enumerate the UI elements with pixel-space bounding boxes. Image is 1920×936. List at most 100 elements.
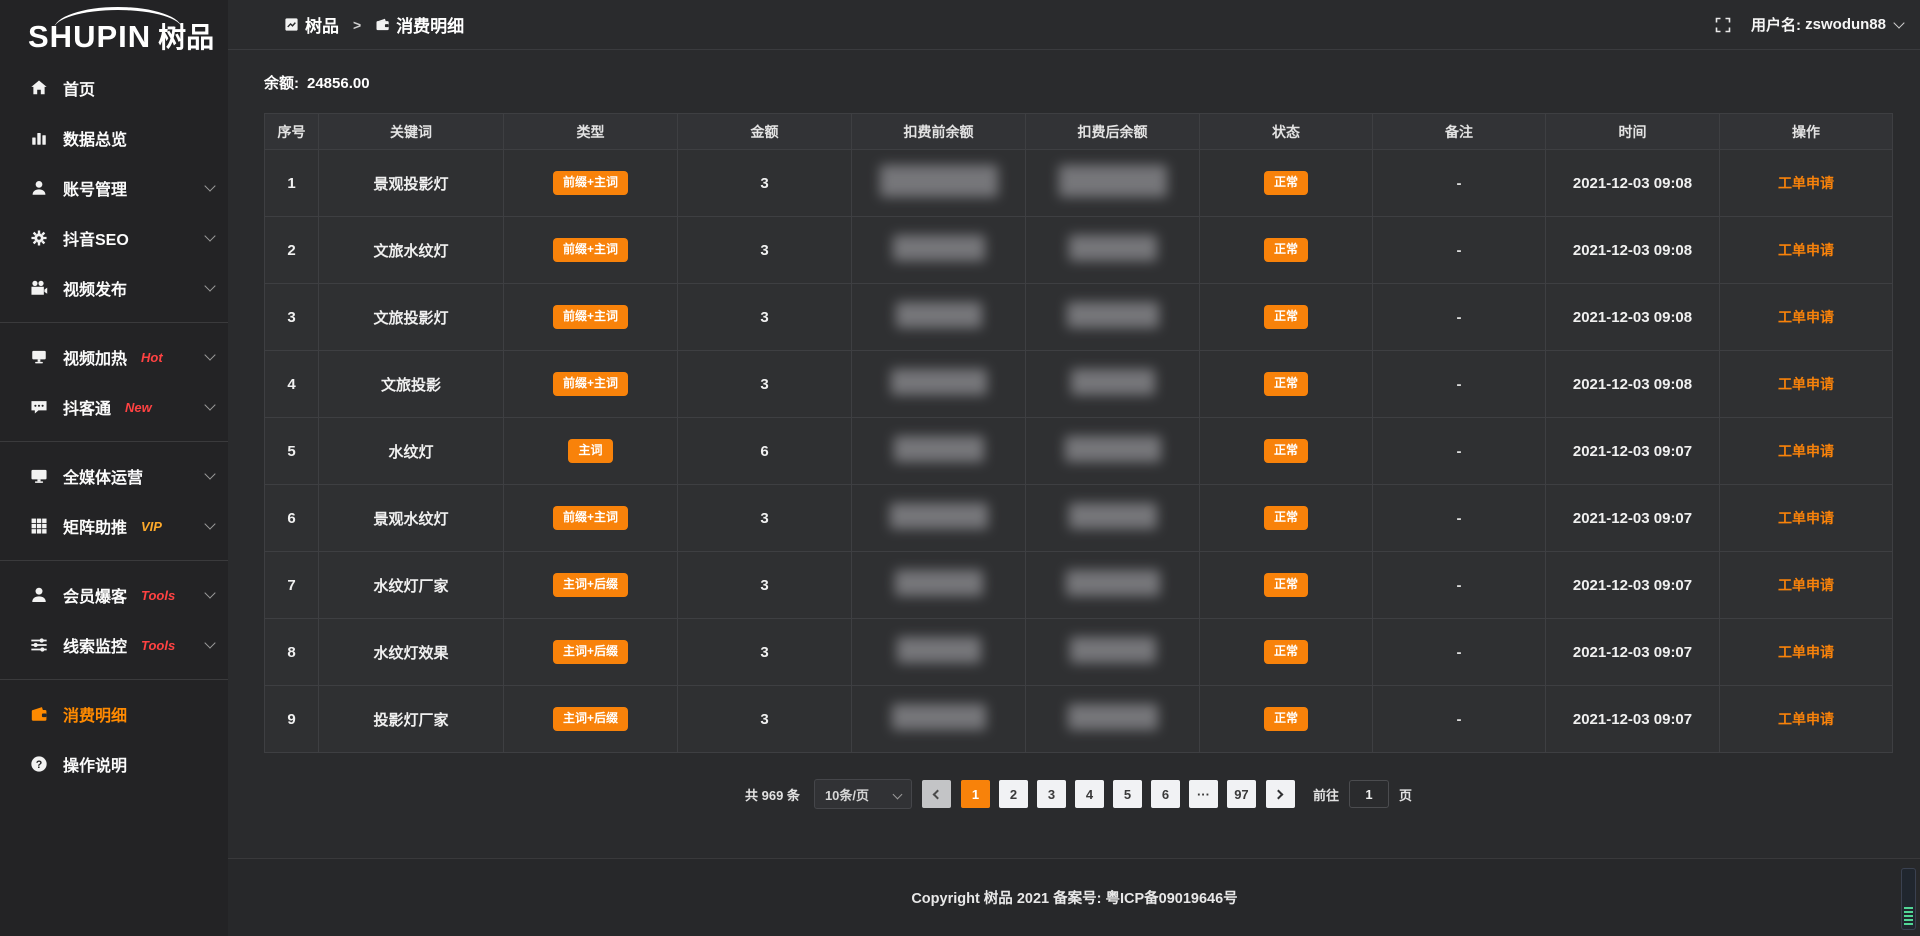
table-row: 9投影灯厂家主词+后缀3正常-2021-12-03 09:07工单申请	[265, 686, 1893, 753]
sidebar-item-data-overview[interactable]: 数据总览	[0, 113, 228, 163]
goto-page-input[interactable]	[1349, 780, 1389, 808]
sidebar-item-label: 全媒体运营	[63, 464, 143, 488]
sidebar: SHUPIN树品 首页数据总览账号管理抖音SEO视频发布视频加热Hot抖客通Ne…	[0, 0, 228, 936]
sidebar-item-all-media-operation[interactable]: 全媒体运营	[0, 451, 228, 501]
page-button-4[interactable]: 4	[1075, 780, 1104, 808]
floating-widget[interactable]	[1901, 868, 1916, 930]
page-size-select[interactable]: 10条/页	[814, 779, 912, 809]
column-header: 金额	[678, 114, 852, 150]
remark-value: -	[1457, 443, 1462, 460]
cell-balance-after	[1026, 284, 1200, 351]
cell-balance-before	[852, 619, 1026, 686]
cell-time: 2021-12-03 09:07	[1546, 619, 1720, 686]
page-button-5[interactable]: 5	[1113, 780, 1142, 808]
fullscreen-icon[interactable]	[1715, 17, 1731, 33]
column-header: 操作	[1720, 114, 1893, 150]
table-row: 5水纹灯主词6正常-2021-12-03 09:07工单申请	[265, 418, 1893, 485]
more-pages-button[interactable]: ···	[1189, 780, 1218, 808]
cell-balance-before	[852, 217, 1026, 284]
sidebar-item-clue-monitor[interactable]: 线索监控Tools	[0, 620, 228, 670]
cell-status: 正常	[1200, 418, 1373, 485]
sidebar-item-member-baoke[interactable]: 会员爆客Tools	[0, 570, 228, 620]
redacted-balance-after	[1068, 704, 1158, 730]
sidebar-item-label: 视频发布	[63, 276, 127, 300]
status-badge: 正常	[1264, 372, 1308, 395]
work-order-link[interactable]: 工单申请	[1778, 175, 1834, 191]
remark-value: -	[1457, 510, 1462, 527]
cell-time: 2021-12-03 09:08	[1546, 150, 1720, 217]
footer: Copyright 树品 2021 备案号: 粤ICP备09019646号	[228, 858, 1920, 936]
cell-balance-after	[1026, 485, 1200, 552]
sidebar-item-douketong[interactable]: 抖客通New	[0, 382, 228, 432]
work-order-link[interactable]: 工单申请	[1778, 644, 1834, 660]
redacted-balance-after	[1069, 503, 1157, 529]
work-order-link[interactable]: 工单申请	[1778, 376, 1834, 392]
work-order-link[interactable]: 工单申请	[1778, 577, 1834, 593]
cell-type: 主词+后缀	[504, 686, 678, 753]
page-button-97[interactable]: 97	[1227, 780, 1256, 808]
user-icon	[30, 179, 48, 197]
cell-keyword: 水纹灯效果	[319, 619, 504, 686]
consumption-table: 序号关键词类型金额扣费前余额扣费后余额状态备注时间操作 1景观投影灯前缀+主词3…	[264, 113, 1893, 753]
work-order-link[interactable]: 工单申请	[1778, 242, 1834, 258]
remark-value: -	[1457, 644, 1462, 661]
cell-status: 正常	[1200, 150, 1373, 217]
redacted-balance-before	[894, 436, 984, 462]
table-row: 2文旅水纹灯前缀+主词3正常-2021-12-03 09:08工单申请	[265, 217, 1893, 284]
cell-balance-after	[1026, 217, 1200, 284]
cell-time: 2021-12-03 09:08	[1546, 284, 1720, 351]
page-button-3[interactable]: 3	[1037, 780, 1066, 808]
type-badge: 前缀+主词	[553, 171, 628, 194]
sidebar-item-home[interactable]: 首页	[0, 63, 228, 113]
work-order-link[interactable]: 工单申请	[1778, 711, 1834, 727]
sidebar-item-douyin-seo[interactable]: 抖音SEO	[0, 213, 228, 263]
cell-amount: 3	[678, 485, 852, 552]
cell-keyword: 文旅投影灯	[319, 284, 504, 351]
cell-keyword: 景观投影灯	[319, 150, 504, 217]
chevron-down-icon	[204, 637, 215, 648]
goto-unit: 页	[1399, 785, 1412, 804]
grid-icon	[30, 517, 48, 535]
sidebar-item-consumption-detail[interactable]: 消费明细	[0, 689, 228, 739]
type-badge: 前缀+主词	[553, 506, 628, 529]
cell-action: 工单申请	[1720, 552, 1893, 619]
page-button-1[interactable]: 1	[961, 780, 990, 808]
type-badge: 前缀+主词	[553, 372, 628, 395]
status-badge: 正常	[1264, 305, 1308, 328]
cell-balance-before	[852, 485, 1026, 552]
cell-keyword: 水纹灯	[319, 418, 504, 485]
cell-remark: -	[1373, 284, 1546, 351]
next-page-button[interactable]	[1266, 780, 1295, 808]
prev-page-button[interactable]	[922, 780, 951, 808]
sidebar-item-video-publish[interactable]: 视频发布	[0, 263, 228, 313]
breadcrumb-item-shupin[interactable]: 树品	[305, 12, 339, 37]
remark-value: -	[1457, 175, 1462, 192]
sidebar-item-matrix-boost[interactable]: 矩阵助推VIP	[0, 501, 228, 551]
sidebar-divider	[0, 322, 228, 323]
cell-keyword: 投影灯厂家	[319, 686, 504, 753]
sidebar-item-account-management[interactable]: 账号管理	[0, 163, 228, 213]
username-value: zswodun88	[1805, 16, 1886, 33]
cell-action: 工单申请	[1720, 686, 1893, 753]
work-order-link[interactable]: 工单申请	[1778, 443, 1834, 459]
page-button-6[interactable]: 6	[1151, 780, 1180, 808]
work-order-link[interactable]: 工单申请	[1778, 510, 1834, 526]
cell-type: 前缀+主词	[504, 150, 678, 217]
chevron-down-icon	[204, 518, 215, 529]
cell-amount: 3	[678, 552, 852, 619]
sidebar-item-operation-guide[interactable]: ?操作说明	[0, 739, 228, 789]
wallet-icon	[375, 17, 390, 32]
user-menu[interactable]: 用户名: zswodun88	[1751, 14, 1903, 35]
column-header: 关键词	[319, 114, 504, 150]
logo-arc	[54, 7, 182, 29]
app-window: SHUPIN树品 首页数据总览账号管理抖音SEO视频发布视频加热Hot抖客通Ne…	[0, 0, 1920, 936]
breadcrumb: 树品 > 消费明细	[284, 12, 464, 37]
sidebar-item-label: 消费明细	[63, 702, 127, 726]
sidebar-item-video-heating[interactable]: 视频加热Hot	[0, 332, 228, 382]
work-order-link[interactable]: 工单申请	[1778, 309, 1834, 325]
status-badge: 正常	[1264, 439, 1308, 462]
page-button-2[interactable]: 2	[999, 780, 1028, 808]
cell-action: 工单申请	[1720, 217, 1893, 284]
balance-value: 24856.00	[307, 75, 370, 92]
column-header: 序号	[265, 114, 319, 150]
